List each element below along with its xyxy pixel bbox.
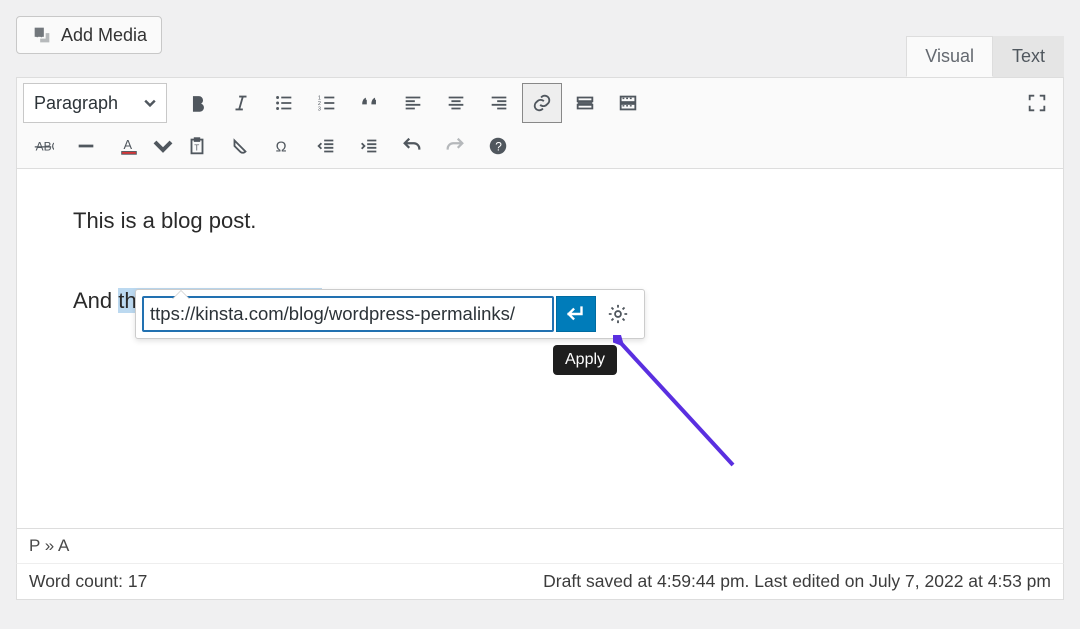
tab-text[interactable]: Text bbox=[993, 36, 1064, 77]
align-right-button[interactable] bbox=[479, 83, 519, 123]
align-center-button[interactable] bbox=[436, 83, 476, 123]
text-color-button[interactable]: A bbox=[109, 126, 149, 166]
align-left-button[interactable] bbox=[393, 83, 433, 123]
numbered-list-button[interactable]: 123 bbox=[307, 83, 347, 123]
paragraph-1[interactable]: This is a blog post. bbox=[73, 205, 1007, 237]
insert-link-button[interactable] bbox=[522, 83, 562, 123]
format-select[interactable]: Paragraph bbox=[23, 83, 167, 123]
link-popover bbox=[135, 289, 645, 339]
add-media-label: Add Media bbox=[61, 25, 147, 46]
editor-toolbar: Paragraph 123 ABC A T Ω bbox=[16, 77, 1064, 169]
gear-icon bbox=[607, 303, 629, 325]
svg-text:Ω: Ω bbox=[276, 140, 287, 156]
text-color-dropdown[interactable] bbox=[152, 126, 174, 166]
chevron-down-icon bbox=[144, 93, 156, 114]
link-options-button[interactable] bbox=[598, 296, 638, 332]
enter-icon bbox=[565, 303, 587, 325]
special-character-button[interactable]: Ω bbox=[263, 126, 303, 166]
outdent-button[interactable] bbox=[306, 126, 346, 166]
format-select-label: Paragraph bbox=[34, 93, 118, 114]
link-url-input[interactable] bbox=[142, 296, 554, 332]
indent-button[interactable] bbox=[349, 126, 389, 166]
add-media-button[interactable]: Add Media bbox=[16, 16, 162, 54]
text-pre: And bbox=[73, 288, 118, 313]
clear-formatting-button[interactable] bbox=[220, 126, 260, 166]
editor-content-area[interactable]: This is a blog post. And this is an inte… bbox=[16, 169, 1064, 529]
toolbar-toggle-button[interactable] bbox=[608, 83, 648, 123]
editor-tabs: Visual Text bbox=[906, 36, 1064, 77]
horizontal-rule-button[interactable] bbox=[66, 126, 106, 166]
apply-tooltip: Apply bbox=[553, 345, 617, 375]
svg-text:3: 3 bbox=[318, 106, 321, 112]
redo-button[interactable] bbox=[435, 126, 475, 166]
italic-button[interactable] bbox=[221, 83, 261, 123]
bold-button[interactable] bbox=[178, 83, 218, 123]
svg-text:A: A bbox=[124, 137, 133, 152]
element-path[interactable]: P » A bbox=[16, 529, 1064, 563]
strikethrough-button[interactable]: ABC bbox=[23, 126, 63, 166]
status-bar: Word count: 17 Draft saved at 4:59:44 pm… bbox=[16, 563, 1064, 600]
distraction-free-button[interactable] bbox=[1017, 83, 1057, 123]
toolbar-row-1: Paragraph 123 bbox=[23, 83, 1057, 123]
apply-link-button[interactable] bbox=[556, 296, 596, 332]
insert-more-button[interactable] bbox=[565, 83, 605, 123]
blockquote-button[interactable] bbox=[350, 83, 390, 123]
tab-visual[interactable]: Visual bbox=[906, 36, 993, 77]
svg-text:T: T bbox=[194, 144, 199, 153]
bulleted-list-button[interactable] bbox=[264, 83, 304, 123]
undo-button[interactable] bbox=[392, 126, 432, 166]
editor-wrap: Add Media Visual Text Paragraph 123 bbox=[0, 0, 1080, 600]
draft-status: Draft saved at 4:59:44 pm. Last edited o… bbox=[543, 571, 1051, 592]
paste-text-button[interactable]: T bbox=[177, 126, 217, 166]
help-button[interactable]: ? bbox=[478, 126, 518, 166]
toolbar-row-2: ABC A T Ω ? bbox=[23, 126, 1057, 166]
add-media-icon bbox=[31, 24, 53, 46]
annotation-arrow-icon bbox=[613, 335, 773, 495]
word-count: Word count: 17 bbox=[29, 571, 147, 592]
top-row: Add Media Visual Text bbox=[16, 16, 1064, 77]
svg-text:?: ? bbox=[495, 140, 502, 154]
